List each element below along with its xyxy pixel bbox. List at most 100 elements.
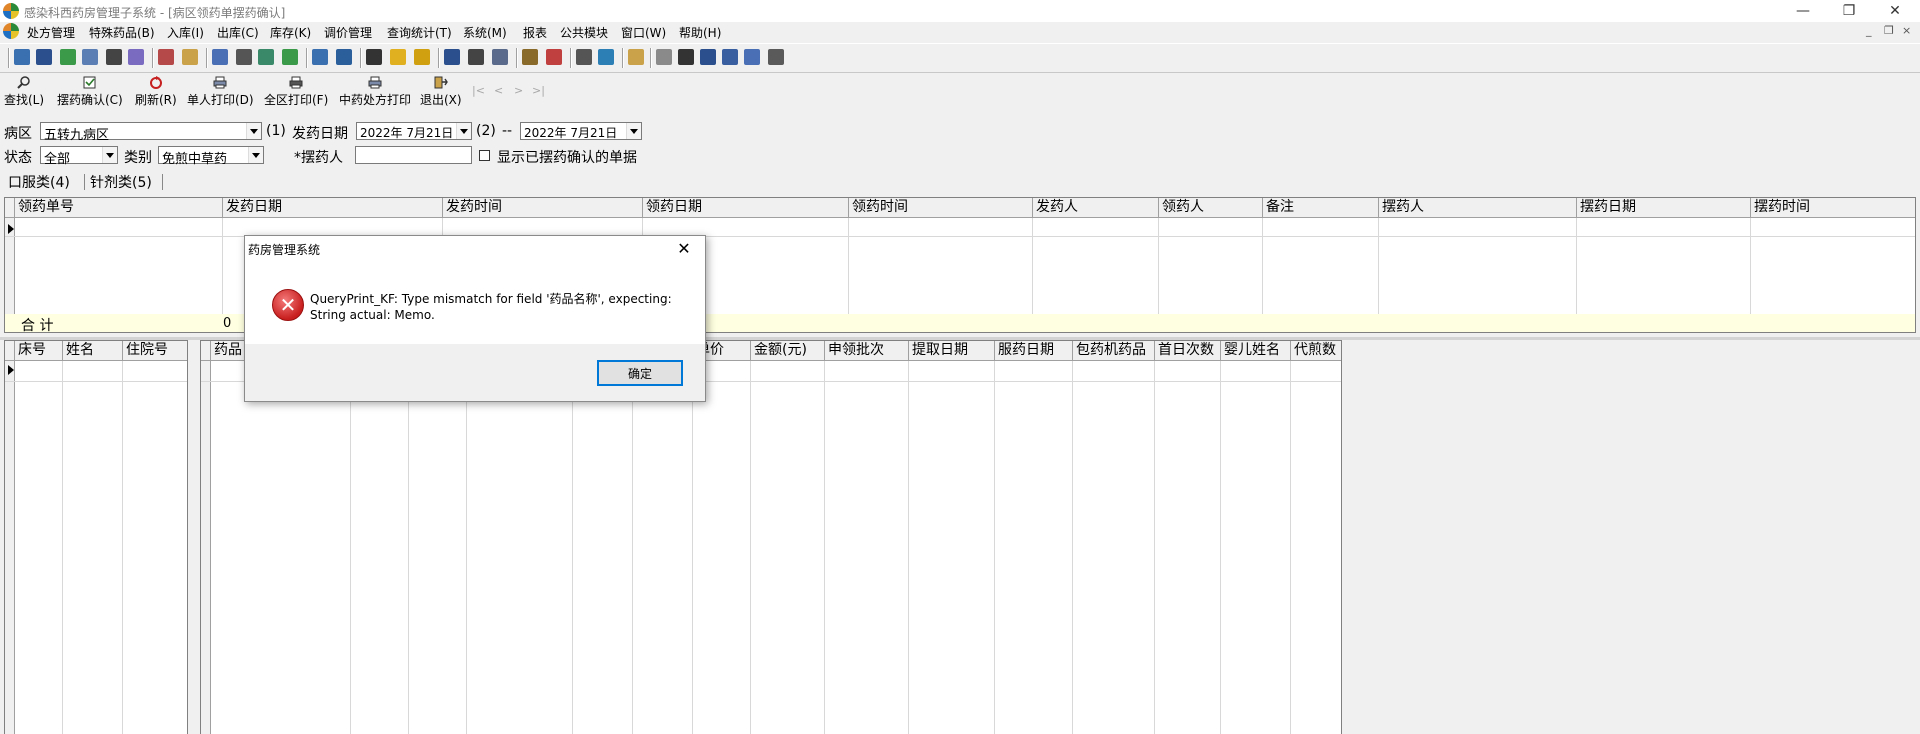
show-confirmed-checkbox[interactable] [479,150,490,161]
toolbar-list-icon[interactable] [700,49,716,65]
col-header-first-day-count[interactable]: 首日次数 [1155,341,1221,361]
toolbar-card-icon[interactable] [182,49,198,65]
col-header-bed-no[interactable]: 床号 [15,341,63,361]
chevron-down-icon[interactable] [102,147,117,163]
col-header-receive-time[interactable]: 领药时间 [849,198,1033,218]
exit-button[interactable]: 退出(X) [420,76,462,108]
col-header-infant-name[interactable]: 婴儿姓名 [1221,341,1291,361]
mdi-close-button[interactable]: × [1902,24,1911,37]
minimize-button[interactable]: — [1780,0,1826,22]
date-from-picker[interactable]: 2022年 7月21日 [356,122,472,140]
nav-first-button[interactable]: |< [472,84,485,97]
col-header-packer[interactable]: 摆药人 [1379,198,1577,218]
menu-window[interactable]: 窗口(W) [621,24,666,41]
toolbar-find-icon[interactable] [678,49,694,65]
nav-next-button[interactable]: > [514,84,523,97]
toolbar-clipboard-icon[interactable] [768,49,784,65]
toolbar-globe-icon[interactable] [656,49,672,65]
refresh-button[interactable]: 刷新(R) [135,76,177,108]
col-header-dispenser[interactable]: 发药人 [1033,198,1159,218]
col-header-packing-machine[interactable]: 包药机药品 [1073,341,1155,361]
toolbar-grid-icon[interactable] [598,49,614,65]
dialog-close-button[interactable]: ✕ [667,236,701,260]
ok-button[interactable]: 确定 [597,360,683,386]
col-header-pack-date[interactable]: 摆药日期 [1577,198,1751,218]
toolbar-help-icon[interactable] [744,49,760,65]
toolbar-bottle-icon[interactable] [36,49,52,65]
toolbar-note-icon[interactable] [414,49,430,65]
menu-stock-out[interactable]: 出库(C) [217,24,259,41]
menu-prescription[interactable]: 处方管理 [27,24,75,41]
toolbar-binoculars-icon[interactable] [106,49,122,65]
toolbar-bell-icon[interactable] [390,49,406,65]
toolbar-copy-icon[interactable] [258,49,274,65]
col-header-receiver[interactable]: 领药人 [1159,198,1263,218]
toolbar-users-icon[interactable] [128,49,144,65]
mdi-minimize-button[interactable]: _ [1866,24,1872,37]
toolbar-edit-icon[interactable] [312,49,328,65]
mdi-child-icon[interactable] [3,23,19,39]
toolbar-checklist-icon[interactable] [236,49,252,65]
toolbar-zoom-icon[interactable] [576,49,592,65]
col-header-extract-date[interactable]: 提取日期 [909,341,995,361]
col-header-name[interactable]: 姓名 [63,341,123,361]
col-header-requisition-no[interactable]: 领药单号 [15,198,223,218]
status-select[interactable]: 全部 [40,146,118,167]
col-header-remark[interactable]: 备注 [1263,198,1379,218]
col-header-amount[interactable]: 金额(元) [751,341,825,361]
menu-stock-in[interactable]: 入库(I) [167,24,204,41]
toolbar-cascade-icon[interactable] [722,49,738,65]
toolbar-book-icon[interactable] [158,49,174,65]
toolbar-folder-icon[interactable] [628,49,644,65]
close-window-button[interactable]: ✕ [1872,0,1918,22]
menu-help[interactable]: 帮助(H) [679,24,721,41]
single-print-button[interactable]: 单人打印(D) [187,76,254,108]
nav-prev-button[interactable]: < [494,84,503,97]
col-header-admission-no[interactable]: 住院号 [123,341,187,361]
toolbar-window-icon[interactable] [336,49,352,65]
tab-injection[interactable]: 针剂类(5) [90,172,152,192]
menu-price-adjust[interactable]: 调价管理 [324,24,372,41]
toolbar-thermometer-icon[interactable] [546,49,562,65]
menu-query-stats[interactable]: 查询统计(T) [387,24,452,41]
toolbar-money-icon[interactable] [522,49,538,65]
col-header-batch[interactable]: 申领批次 [825,341,909,361]
col-header-pack-time[interactable]: 摆药时间 [1751,198,1915,218]
toolbar-search-user-icon[interactable] [468,49,484,65]
ward-print-button[interactable]: 全区打印(F) [264,76,328,108]
menu-common[interactable]: 公共模块 [560,24,608,41]
patient-grid[interactable]: 床号 姓名 住院号 [4,340,188,734]
menu-reports[interactable]: 报表 [523,24,547,41]
toolbar-document-icon[interactable] [82,49,98,65]
col-header-dispense-date[interactable]: 发药日期 [223,198,443,218]
menu-special-drugs[interactable]: 特殊药品(B) [89,24,155,41]
nav-last-button[interactable]: >| [532,84,545,97]
toolbar-calculator-icon[interactable] [366,49,382,65]
chevron-down-icon[interactable] [248,147,263,163]
ward-select[interactable]: 五转九病区 [40,122,262,143]
menu-system[interactable]: 系统(M) [463,24,507,41]
col-header-receive-date[interactable]: 领药日期 [643,198,849,218]
mdi-restore-button[interactable]: ❐ [1884,24,1894,37]
restore-button[interactable]: ❐ [1826,0,1872,22]
dispenser-input[interactable] [355,146,472,164]
col-header-dispense-time[interactable]: 发药时间 [443,198,643,218]
toolbar-upload-icon[interactable] [444,49,460,65]
herbal-print-button[interactable]: 中药处方打印 [339,76,411,108]
tab-oral[interactable]: 口服类(4) [8,172,70,192]
date-to-picker[interactable]: 2022年 7月21日 [520,122,642,140]
col-header-decoction-count[interactable]: 代煎数 [1291,341,1341,361]
chevron-down-icon[interactable] [246,123,261,139]
chevron-down-icon[interactable] [456,123,471,139]
find-button[interactable]: 查找(L) [4,76,44,108]
confirm-dispense-button[interactable]: 摆药确认(C) [57,76,123,108]
chevron-down-icon[interactable] [626,123,641,139]
category-select[interactable]: 免煎中草药 [158,146,264,167]
menu-inventory[interactable]: 库存(K) [270,24,311,41]
toolbar-approve-icon[interactable] [282,49,298,65]
col-header-medication-date[interactable]: 服药日期 [995,341,1073,361]
toolbar-prescription-icon[interactable] [14,49,30,65]
toolbar-form-icon[interactable] [212,49,228,65]
toolbar-check-icon[interactable] [60,49,76,65]
toolbar-transfer-icon[interactable] [492,49,508,65]
